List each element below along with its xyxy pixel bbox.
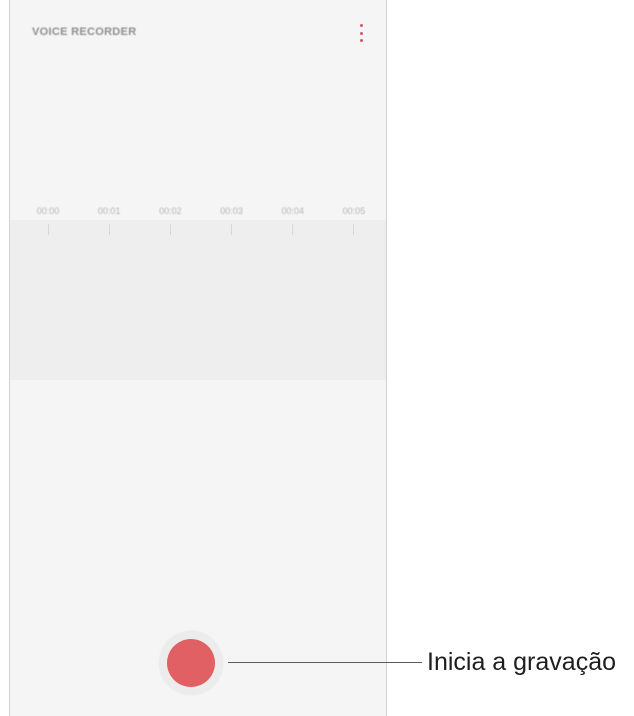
record-icon [167, 639, 215, 687]
record-button[interactable] [159, 631, 223, 695]
timeline-tick-label: 00:04 [281, 206, 305, 216]
callout-line [228, 662, 422, 663]
timeline-tick-mark [89, 224, 129, 235]
more-dot [359, 24, 363, 27]
timeline-tick-label: 00:00 [36, 206, 60, 216]
more-dot [359, 31, 363, 35]
timeline-tick-label: 00:05 [342, 206, 366, 216]
timeline-tick-mark [28, 224, 68, 235]
timeline-tick-label: 00:01 [97, 206, 121, 216]
waveform-area [10, 220, 386, 380]
timeline-marks [28, 224, 374, 235]
callout-label: Inicia a gravação [427, 648, 617, 676]
voice-recorder-screen: VOICE RECORDER 00:00 00:01 00:02 00:03 0… [9, 0, 387, 716]
timeline-tick-label: 00:03 [220, 206, 243, 216]
timeline-tick-mark [334, 224, 374, 235]
timeline-labels: 00:00 00:01 00:02 00:03 00:04 00:05 [28, 206, 374, 216]
more-dot [359, 39, 363, 42]
timeline: 00:00 00:01 00:02 00:03 00:04 00:05 [10, 196, 386, 240]
timeline-tick-mark [212, 224, 252, 235]
more-options-icon[interactable] [356, 24, 366, 42]
app-title: VOICE RECORDER [32, 26, 137, 38]
timeline-tick-label: 00:02 [159, 206, 182, 216]
timeline-tick-mark [150, 224, 190, 235]
app-bar: VOICE RECORDER [10, 0, 386, 64]
timeline-tick-mark [273, 224, 313, 235]
